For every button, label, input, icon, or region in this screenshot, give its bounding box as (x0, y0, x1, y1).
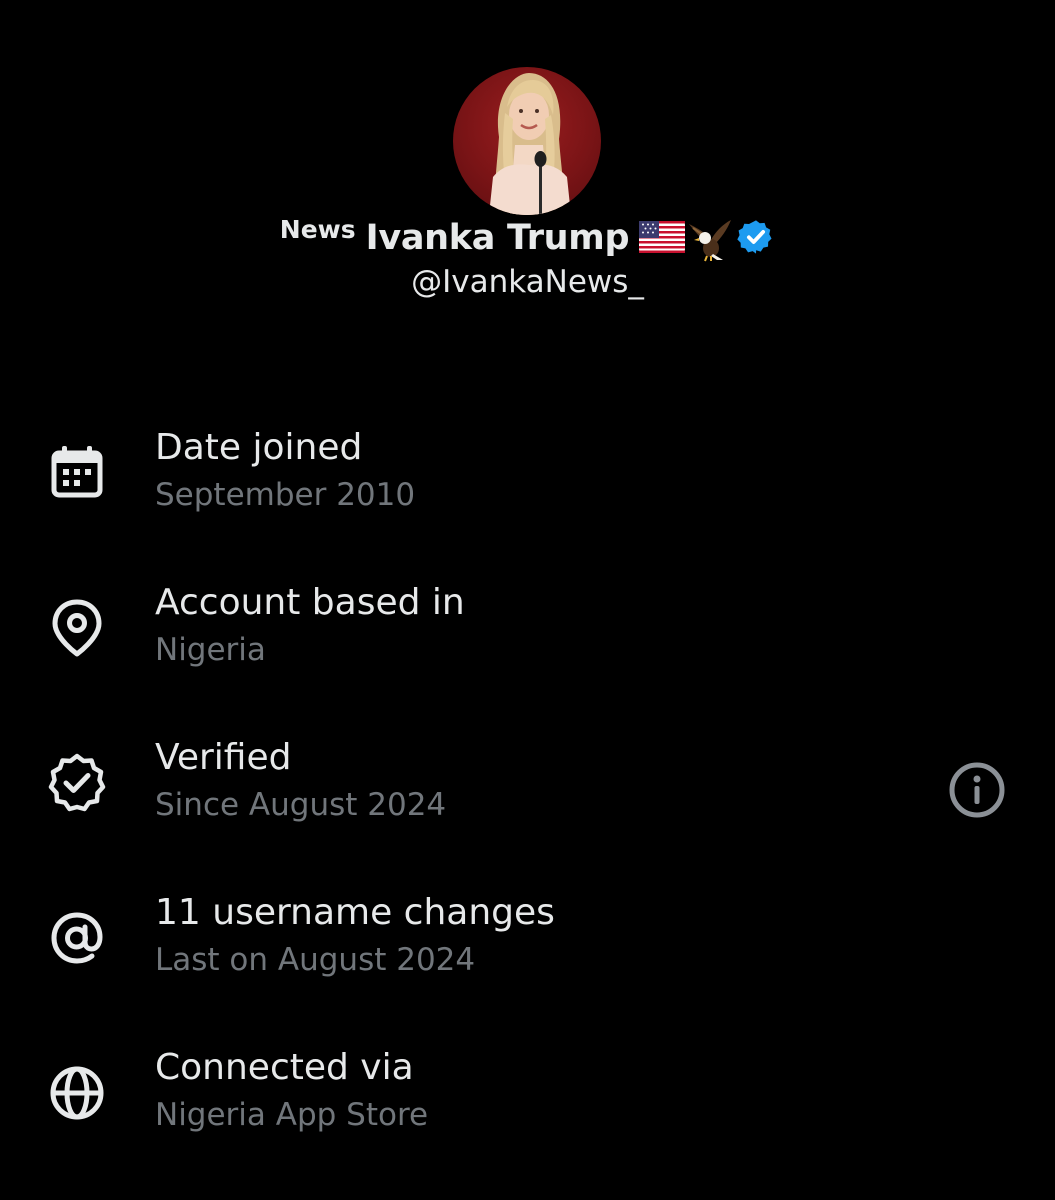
info-row-subtitle: Nigeria App Store (155, 1097, 429, 1133)
calendar-icon (45, 441, 109, 505)
info-row-subtitle: Nigeria (155, 632, 266, 668)
info-row-date-joined: Date joined September 2010 (0, 415, 1055, 570)
profile-photo (489, 73, 571, 215)
info-row-subtitle: Since August 2024 (155, 787, 447, 823)
info-row-subtitle: Last on August 2024 (155, 942, 476, 978)
info-row-title: Connected via (155, 1047, 414, 1088)
location-pin-icon (45, 596, 109, 660)
info-row-account-based-in: Account based in Nigeria (0, 570, 1055, 725)
info-icon[interactable] (945, 758, 1009, 822)
info-row-subtitle: September 2010 (155, 477, 416, 513)
profile-handle: @IvankaNews_ (411, 264, 644, 300)
profile-name-line: News Ivanka Trump (0, 208, 1055, 268)
info-row-title: Verified (155, 737, 292, 778)
info-row-title: Account based in (155, 582, 465, 623)
account-info-list: Date joined September 2010 Account based… (0, 415, 1055, 1190)
info-row-verified: Verified Since August 2024 (0, 725, 1055, 880)
us-flag-icon (639, 221, 686, 253)
name-prefix: News (279, 214, 356, 244)
info-row-title: 11 username changes (155, 892, 555, 933)
display-name: Ivanka Trump (365, 218, 630, 258)
info-row-title: Date joined (155, 427, 363, 468)
verified-badge-icon (45, 751, 109, 815)
avatar[interactable] (453, 67, 601, 215)
globe-icon (45, 1061, 109, 1125)
at-sign-icon (45, 906, 109, 970)
profile-header: News Ivanka Trump @IvankaNews_ (0, 0, 1055, 330)
info-row-username-changes: 11 username changes Last on August 2024 (0, 880, 1055, 1035)
info-row-connected-via: Connected via Nigeria App Store (0, 1035, 1055, 1190)
eagle-icon (687, 218, 733, 262)
verified-badge-icon[interactable] (737, 218, 775, 256)
